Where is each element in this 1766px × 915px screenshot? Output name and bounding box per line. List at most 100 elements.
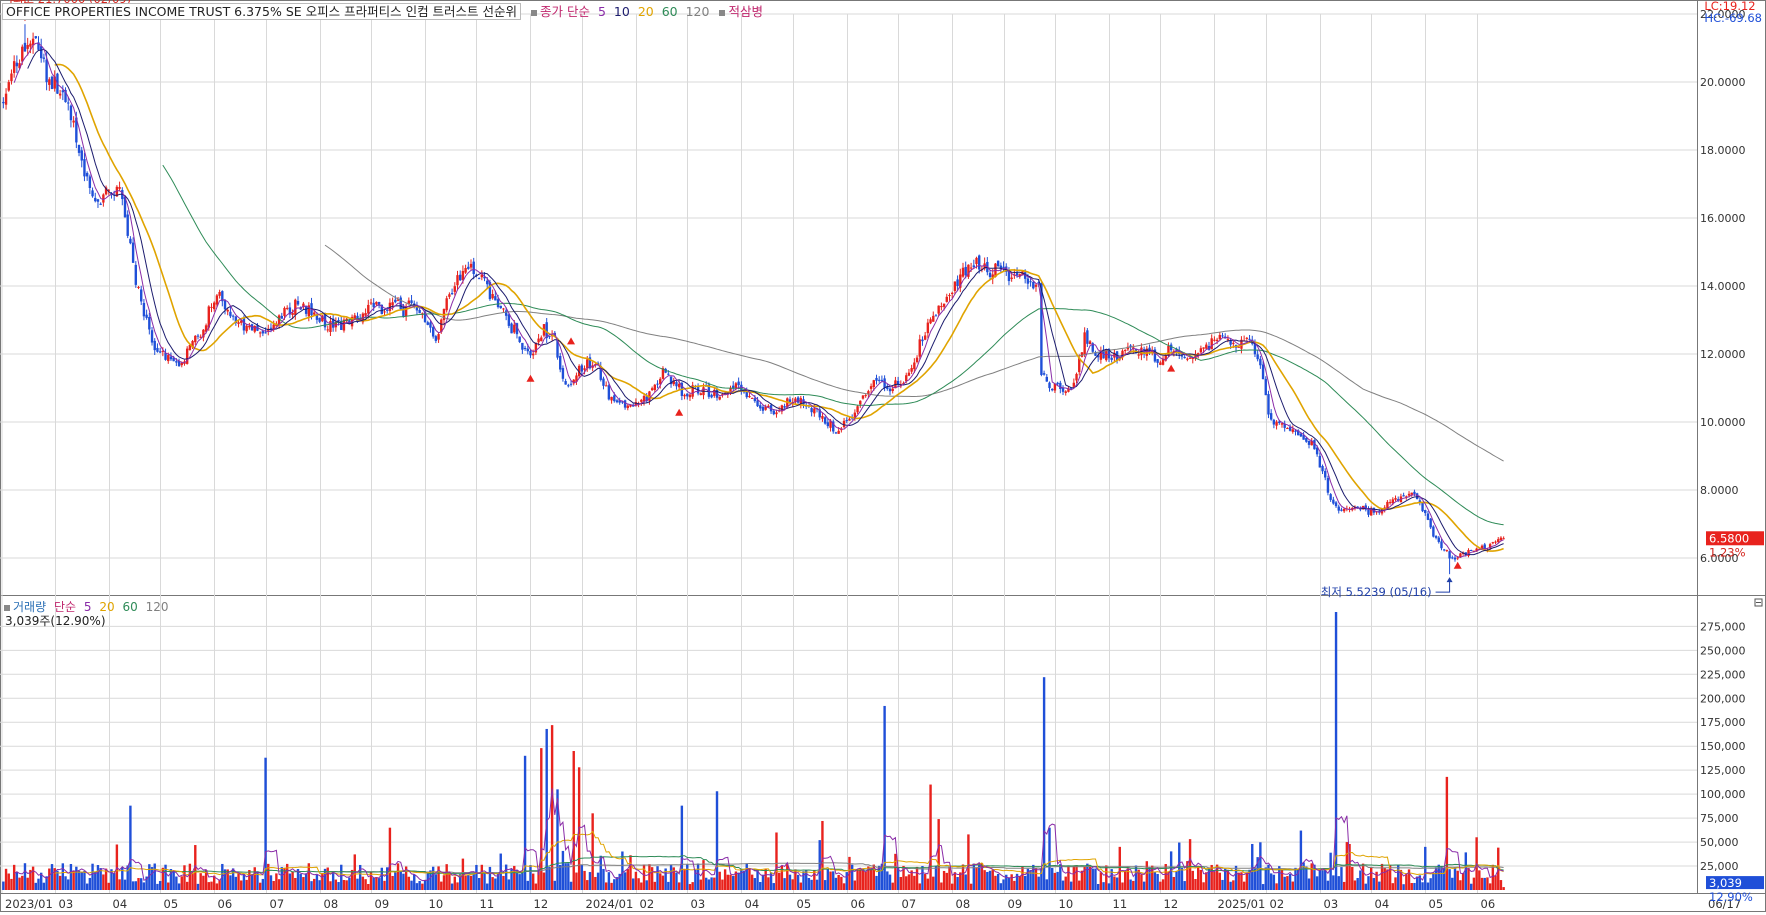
volume-bar: [596, 872, 600, 890]
candle-body: [118, 187, 121, 189]
volume-bar: [164, 864, 167, 890]
candle-body: [1051, 388, 1054, 391]
candle-body: [145, 314, 148, 318]
volume-bar: [1259, 842, 1262, 890]
volume-bar: [1310, 863, 1313, 890]
volume-bar: [732, 875, 735, 890]
candle-body: [926, 322, 930, 334]
volume-bar: [48, 868, 51, 890]
candle-body: [437, 334, 440, 340]
candle-body: [58, 93, 62, 96]
date-tick-label: 10: [429, 897, 444, 911]
candle-body: [269, 327, 273, 329]
candle-body: [1448, 551, 1451, 559]
candle-body: [72, 120, 75, 123]
candle-body: [164, 352, 167, 360]
candle-body: [1029, 281, 1032, 283]
volume-bar: [348, 877, 351, 890]
ma20-line: [54, 63, 1504, 552]
volume-bar: [1002, 879, 1005, 890]
candle-body: [710, 394, 713, 398]
candle-body: [748, 395, 751, 398]
volume-bar: [1359, 870, 1362, 890]
volume-bar: [859, 868, 862, 890]
volume-bar: [842, 883, 846, 890]
candle-body: [1188, 357, 1192, 359]
candle-body: [50, 76, 54, 90]
volume-bar: [1286, 876, 1289, 890]
volume-bar: [507, 879, 511, 890]
volume-bar: [1205, 872, 1208, 890]
date-tick-label: 05: [797, 897, 812, 911]
volume-bar: [1461, 872, 1465, 890]
candle-body: [391, 302, 394, 306]
volume-bar: [318, 880, 321, 890]
ma120-legend[interactable]: 120: [686, 4, 710, 19]
pattern-legend[interactable]: 적삼병: [728, 4, 763, 19]
candle-body: [426, 322, 429, 325]
ma20-legend[interactable]: 20: [638, 4, 654, 19]
volume-bar: [450, 883, 454, 890]
instrument-title[interactable]: OFFICE PROPERTIES INCOME TRUST 6.375% SE…: [2, 3, 522, 20]
candle-body: [1340, 509, 1343, 511]
volume-bar: [294, 877, 297, 890]
candle-body: [450, 293, 454, 295]
date-tick-label: 2024/01: [586, 897, 634, 911]
candle-body: [1186, 358, 1189, 360]
price-legend: OFFICE PROPERTIES INCOME TRUST 6.375% SE…: [2, 1, 767, 20]
volume-bar: [129, 805, 132, 890]
candle-body: [394, 299, 397, 303]
ma-legend-label[interactable]: 종가 단순: [540, 4, 590, 19]
volume-bar: [15, 872, 19, 890]
volume-bar: [840, 876, 843, 890]
volume-bar: [613, 879, 616, 890]
volume-bar: [1294, 867, 1297, 890]
volume-bar: [50, 864, 54, 890]
volume-bar: [1480, 877, 1484, 890]
candle-body: [604, 385, 608, 387]
volume-bar: [680, 805, 684, 890]
volume-bar: [372, 877, 375, 890]
candle-body: [813, 408, 816, 414]
candle-body: [448, 294, 451, 297]
candle-body: [369, 302, 373, 304]
candle-body: [737, 381, 740, 386]
volume-bar: [1413, 882, 1416, 890]
candle-body: [1294, 430, 1297, 432]
ma5-legend[interactable]: 5: [598, 4, 606, 19]
ma60-legend[interactable]: 60: [662, 4, 678, 19]
volume-bar: [667, 881, 670, 890]
volume-bar: [796, 874, 800, 890]
candle-body: [464, 268, 467, 273]
candle-body: [1110, 357, 1113, 360]
volume-bar: [326, 867, 329, 890]
volume-tick-label: 250,000: [1700, 644, 1746, 657]
volume-bar: [261, 878, 265, 890]
candle-body: [1402, 495, 1405, 497]
volume-bar: [18, 877, 21, 890]
volume-bar: [99, 868, 102, 890]
volume-bar: [1099, 872, 1103, 890]
candle-body: [150, 330, 154, 343]
candle-body: [69, 105, 73, 121]
candle-body: [102, 194, 105, 203]
ma10-legend[interactable]: 10: [614, 4, 630, 19]
volume-bar: [1467, 868, 1470, 890]
volume-bar: [921, 866, 924, 890]
volume-bar: [1326, 880, 1330, 890]
volume-bar: [932, 876, 935, 890]
candle-body: [580, 365, 584, 372]
volume-bar: [26, 877, 29, 890]
volume-bar: [1472, 877, 1476, 890]
volume-bar: [58, 875, 62, 890]
candle-body: [875, 377, 878, 381]
volume-tick-label: 100,000: [1700, 788, 1746, 801]
volume-bar: [1151, 865, 1154, 890]
candle-body: [1248, 338, 1251, 340]
candle-body: [905, 375, 908, 382]
volume-bar: [515, 870, 519, 890]
vol-ma60-legend[interactable]: 60: [122, 600, 137, 614]
candle-body: [734, 383, 738, 389]
vol-ma120-legend[interactable]: 120: [146, 600, 169, 614]
candle-body: [467, 266, 470, 269]
